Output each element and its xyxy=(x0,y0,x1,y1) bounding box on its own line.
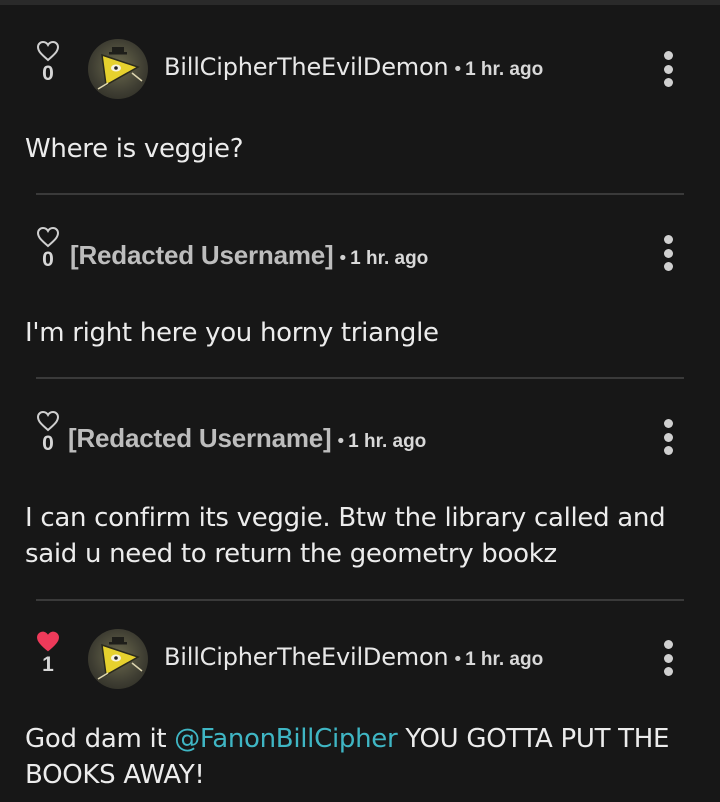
more-dot xyxy=(663,419,673,428)
separator-dot: • xyxy=(452,649,464,670)
timestamp: 1 hr. ago xyxy=(348,431,427,452)
heart-outline-icon xyxy=(36,226,60,248)
more-options-button[interactable] xyxy=(658,419,678,455)
more-dot xyxy=(663,640,673,649)
comment-text-content: I'm right here you horny triangle xyxy=(25,318,439,348)
comment-divider xyxy=(36,193,684,195)
like-count: 1 xyxy=(42,653,54,676)
timestamp: 1 hr. ago xyxy=(465,649,544,670)
comment-text-content: Where is veggie? xyxy=(25,134,244,164)
comment-header: [Redacted Username] • 1 hr. ago xyxy=(70,240,428,271)
timestamp: 1 hr. ago xyxy=(350,248,429,269)
like-count: 0 xyxy=(42,248,54,271)
comment-text: I can confirm its veggie. Btw the librar… xyxy=(25,500,690,572)
heart-filled-icon xyxy=(37,631,59,652)
comment-text-content: I can confirm its veggie. Btw the librar… xyxy=(25,503,666,569)
username[interactable]: [Redacted Username] xyxy=(70,240,334,270)
comment-header: BillCipherTheEvilDemon • 1 hr. ago xyxy=(164,643,543,671)
more-dot xyxy=(663,262,673,271)
username[interactable]: BillCipherTheEvilDemon xyxy=(164,643,449,671)
comment-text: Where is veggie? xyxy=(25,131,695,167)
more-dot xyxy=(663,432,673,442)
like-button[interactable]: 0 xyxy=(36,40,60,85)
like-count: 0 xyxy=(42,432,54,455)
comment-header: [Redacted Username] • 1 hr. ago xyxy=(68,423,426,454)
more-dot xyxy=(663,64,673,74)
heart-outline-icon xyxy=(36,40,60,62)
more-dot xyxy=(663,667,673,676)
like-button[interactable]: 1 xyxy=(36,630,60,676)
more-dot xyxy=(663,235,673,244)
separator-dot: • xyxy=(452,59,464,80)
separator-dot: • xyxy=(335,431,347,452)
more-dot xyxy=(663,51,673,60)
bill-cipher-avatar-icon xyxy=(97,47,143,90)
more-dot xyxy=(663,446,673,455)
username[interactable]: BillCipherTheEvilDemon xyxy=(164,53,449,81)
more-dot xyxy=(663,78,673,87)
heart-outline-icon xyxy=(36,410,60,432)
user-mention-link[interactable]: @FanonBillCipher xyxy=(174,724,397,754)
more-options-button[interactable] xyxy=(658,640,678,676)
top-bar xyxy=(0,0,720,5)
username[interactable]: [Redacted Username] xyxy=(68,423,332,453)
comment-divider xyxy=(36,377,684,379)
avatar[interactable] xyxy=(88,629,148,689)
more-dot xyxy=(663,653,673,663)
like-count: 0 xyxy=(42,62,54,85)
comment-text-content: God dam it xyxy=(25,724,175,754)
like-button[interactable]: 0 xyxy=(36,410,60,455)
avatar[interactable] xyxy=(88,39,148,99)
comment-divider xyxy=(36,599,684,601)
like-button[interactable]: 0 xyxy=(36,226,60,271)
timestamp: 1 hr. ago xyxy=(465,59,544,80)
comment-text: God dam it @FanonBillCipher YOU GOTTA PU… xyxy=(25,721,695,793)
bill-cipher-avatar-icon xyxy=(97,637,143,680)
comment-text: I'm right here you horny triangle xyxy=(25,315,695,351)
more-dot xyxy=(663,248,673,258)
comment-header: BillCipherTheEvilDemon • 1 hr. ago xyxy=(164,53,543,81)
separator-dot: • xyxy=(337,248,349,269)
more-options-button[interactable] xyxy=(658,235,678,271)
more-options-button[interactable] xyxy=(658,51,678,87)
